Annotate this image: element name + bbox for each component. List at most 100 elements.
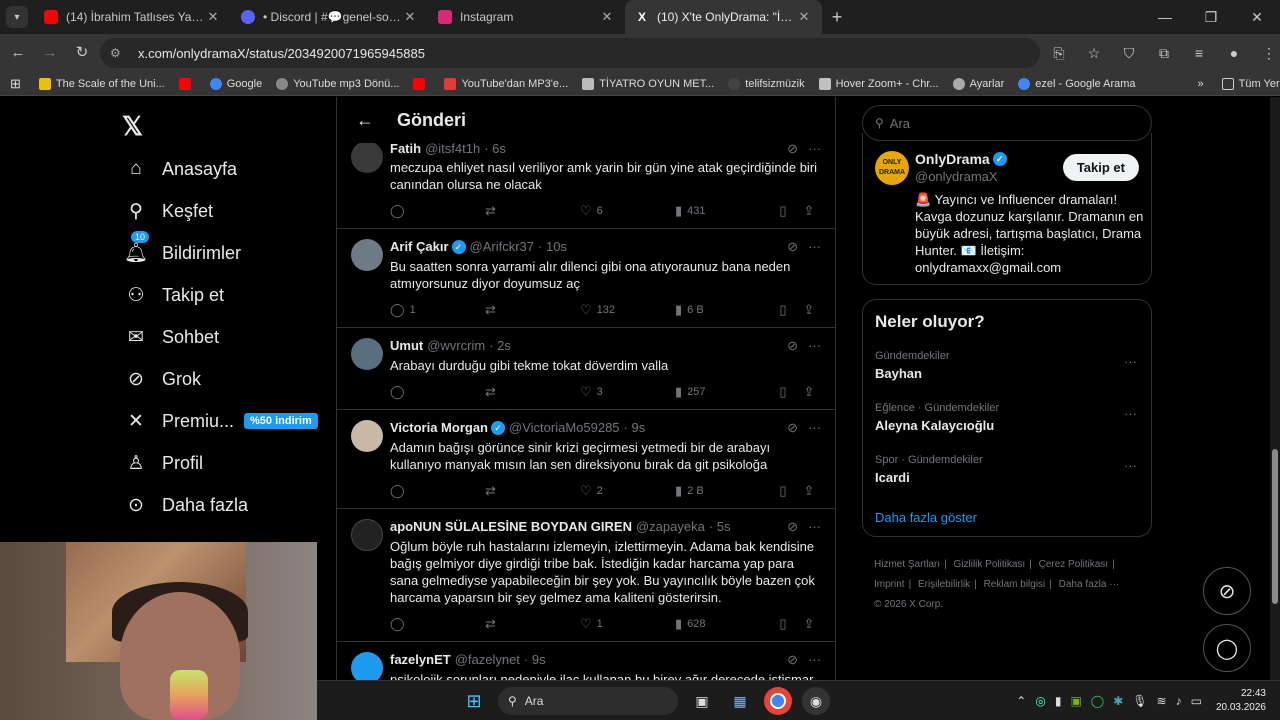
reply-button[interactable]: ◯ 1 xyxy=(390,302,485,318)
post-time[interactable]: · 6s xyxy=(484,141,506,156)
obs-icon[interactable]: ◉ xyxy=(802,687,830,715)
reply-post[interactable]: Fatih @itsf4t1h · 6s ⊘ ··· meczupa ehliyet … xyxy=(337,133,835,229)
nav-item-more[interactable]: ⊙ Daha fazla xyxy=(124,493,248,517)
apps-icon[interactable]: ⊞ xyxy=(10,76,21,92)
reply-button[interactable]: ◯ xyxy=(390,384,485,400)
like-button[interactable]: ♡ 3 xyxy=(580,384,675,400)
nav-item-home[interactable]: ⌂ Anasayfa xyxy=(124,157,237,181)
nav-item-profile[interactable]: ♙ Profil xyxy=(124,451,203,475)
repost-button[interactable]: ⇄ xyxy=(485,616,580,632)
youtube-bookmark-icon[interactable] xyxy=(413,77,430,90)
forward-icon[interactable]: → xyxy=(36,39,64,67)
views-button[interactable]: ▮ 257 xyxy=(675,384,770,400)
author-name[interactable]: apoNUN SÜLALESİNE BOYDAN GIREN xyxy=(390,519,632,534)
show-more-link[interactable]: Daha fazla göster xyxy=(875,510,977,525)
whatsapp-icon[interactable]: ◯ xyxy=(1091,694,1104,708)
menu-icon[interactable]: ⋮ xyxy=(1255,38,1280,68)
site-info-icon[interactable]: ⚙ xyxy=(110,46,128,60)
grok-icon[interactable]: ⊘ xyxy=(787,519,798,535)
address-bar[interactable]: ⚙ x.com/onlydramaX/status/20349200719659… xyxy=(100,38,1040,68)
wifi-icon[interactable]: ≋ xyxy=(1157,694,1167,708)
author-handle[interactable]: @fazelynet xyxy=(455,652,520,667)
taskbar-clock[interactable]: 22:43 20.03.2026 xyxy=(1216,687,1266,715)
profile-handle[interactable]: @onlydramaX xyxy=(915,169,998,184)
author-handle[interactable]: @Arifckr37 xyxy=(470,239,535,254)
volume-icon[interactable]: ♪ xyxy=(1176,694,1182,708)
all-bookmarks-folder[interactable]: Tüm Yer İşaretleri xyxy=(1221,77,1280,90)
close-tab-icon[interactable]: ✕ xyxy=(402,9,418,25)
reply-post[interactable]: fazelynET @fazelynet · 9s ⊘ ··· psikolojik … xyxy=(337,642,835,680)
tray-app-icon[interactable]: ▮ xyxy=(1055,694,1062,708)
like-button[interactable]: ♡ 6 xyxy=(580,203,675,219)
x-logo-icon[interactable]: 𝕏 xyxy=(122,111,143,142)
bookmark-item[interactable]: TİYATRO OYUN MET... xyxy=(582,77,714,90)
author-name[interactable]: Arif Çakır xyxy=(390,239,449,254)
tray-overflow-icon[interactable]: ⌃ xyxy=(1016,694,1026,708)
browser-tab[interactable]: (14) İbrahim Tatlıses Yallah Şoför ✕ xyxy=(34,0,231,34)
grok-icon[interactable]: ⊘ xyxy=(787,652,798,668)
bookmark-item[interactable]: Ayarlar xyxy=(952,77,1004,90)
bookmark-item[interactable]: Google xyxy=(209,77,262,90)
nvidia-icon[interactable]: ▣ xyxy=(1070,694,1081,708)
reply-button[interactable]: ◯ xyxy=(390,616,485,632)
bookmark-icon[interactable]: ▯ xyxy=(770,203,796,219)
grok-icon[interactable]: ⊘ xyxy=(787,141,798,157)
avatar[interactable] xyxy=(351,652,383,680)
share-icon[interactable]: ⇪ xyxy=(796,483,822,499)
like-button[interactable]: ♡ 2 xyxy=(580,483,675,499)
media-icon[interactable]: ≡ xyxy=(1185,38,1213,68)
bookmark-icon[interactable]: ▯ xyxy=(770,302,796,318)
like-button[interactable]: ♡ 1 xyxy=(580,616,675,632)
share-icon[interactable]: ⇪ xyxy=(796,203,822,219)
author-handle[interactable]: @VictoriaMo59285 xyxy=(509,420,620,435)
reply-post[interactable]: Victoria Morgan ✓ @VictoriaMo59285 · 9s ⊘ ··… xyxy=(337,410,835,509)
repost-button[interactable]: ⇄ xyxy=(485,302,580,318)
more-options-icon[interactable]: ··· xyxy=(1124,354,1137,369)
close-tab-icon[interactable]: ✕ xyxy=(599,9,615,25)
more-options-icon[interactable]: ··· xyxy=(808,141,821,157)
footer-link[interactable]: Daha fazla ··· xyxy=(1059,579,1120,590)
more-options-icon[interactable]: ··· xyxy=(1124,458,1137,473)
widgets-icon[interactable]: ▦ xyxy=(726,687,754,715)
grok-icon[interactable]: ⊘ xyxy=(787,338,798,354)
bookmark-item[interactable]: ezel - Google Arama xyxy=(1018,77,1136,90)
post-time[interactable]: · 9s xyxy=(524,652,546,667)
browser-tab-active[interactable]: X (10) X'te OnlyDrama: "İsmail Em ✕ xyxy=(625,0,822,34)
reply-post[interactable]: Arif Çakır ✓ @Arifckr37 · 10s ⊘ ··· Bu saatt… xyxy=(337,229,835,328)
repost-button[interactable]: ⇄ xyxy=(485,384,580,400)
reply-post[interactable]: apoNUN SÜLALESİNE BOYDAN GIREN @zapayeka ·… xyxy=(337,509,835,642)
avatar[interactable] xyxy=(351,420,383,452)
bookmark-item[interactable]: telifsizmüzik xyxy=(728,77,805,90)
avatar[interactable] xyxy=(351,141,383,173)
profile-icon[interactable]: ● xyxy=(1220,38,1248,68)
share-icon[interactable]: ⇪ xyxy=(796,302,822,318)
footer-link[interactable]: Imprint xyxy=(874,579,905,590)
microphone-icon[interactable]: 🎙︎ xyxy=(1132,694,1147,708)
taskbar-search[interactable]: ⚲ Ara xyxy=(498,687,678,715)
new-tab-button[interactable]: + xyxy=(822,7,852,28)
bookmark-item[interactable]: The Scale of the Uni... xyxy=(38,77,165,90)
follow-button[interactable]: Takip et xyxy=(1062,154,1139,181)
repost-button[interactable]: ⇄ xyxy=(485,203,580,219)
battery-icon[interactable]: ▭ xyxy=(1191,694,1202,708)
views-button[interactable]: ▮ 628 xyxy=(675,616,770,632)
nav-item-premium[interactable]: ✕ Premiu... %50 indirim xyxy=(124,409,318,433)
task-view-icon[interactable]: ▣ xyxy=(688,687,716,715)
bluetooth-icon[interactable]: ✱ xyxy=(1113,694,1123,708)
trend-item[interactable]: Spor · Gündemdekiler Icardi ··· xyxy=(875,454,1137,485)
nav-item-grok[interactable]: ⊘ Grok xyxy=(124,367,201,391)
minimize-icon[interactable]: — xyxy=(1142,0,1188,34)
bookmarks-overflow-icon[interactable]: » xyxy=(1198,78,1204,90)
views-button[interactable]: ▮ 2 B xyxy=(675,483,770,499)
bookmark-icon[interactable]: ▯ xyxy=(770,483,796,499)
close-tab-icon[interactable]: ✕ xyxy=(205,9,221,25)
more-options-icon[interactable]: ··· xyxy=(808,652,821,668)
author-name[interactable]: fazelynET xyxy=(390,652,451,667)
footer-link[interactable]: Reklam bilgisi xyxy=(984,579,1046,590)
nav-item-follow[interactable]: ⚇ Takip et xyxy=(124,283,224,307)
author-name[interactable]: Victoria Morgan xyxy=(390,420,488,435)
tray-app-icon[interactable]: ◎ xyxy=(1035,694,1045,708)
avatar[interactable] xyxy=(351,239,383,271)
views-button[interactable]: ▮ 6 B xyxy=(675,302,770,318)
like-button[interactable]: ♡ 132 xyxy=(580,302,675,318)
